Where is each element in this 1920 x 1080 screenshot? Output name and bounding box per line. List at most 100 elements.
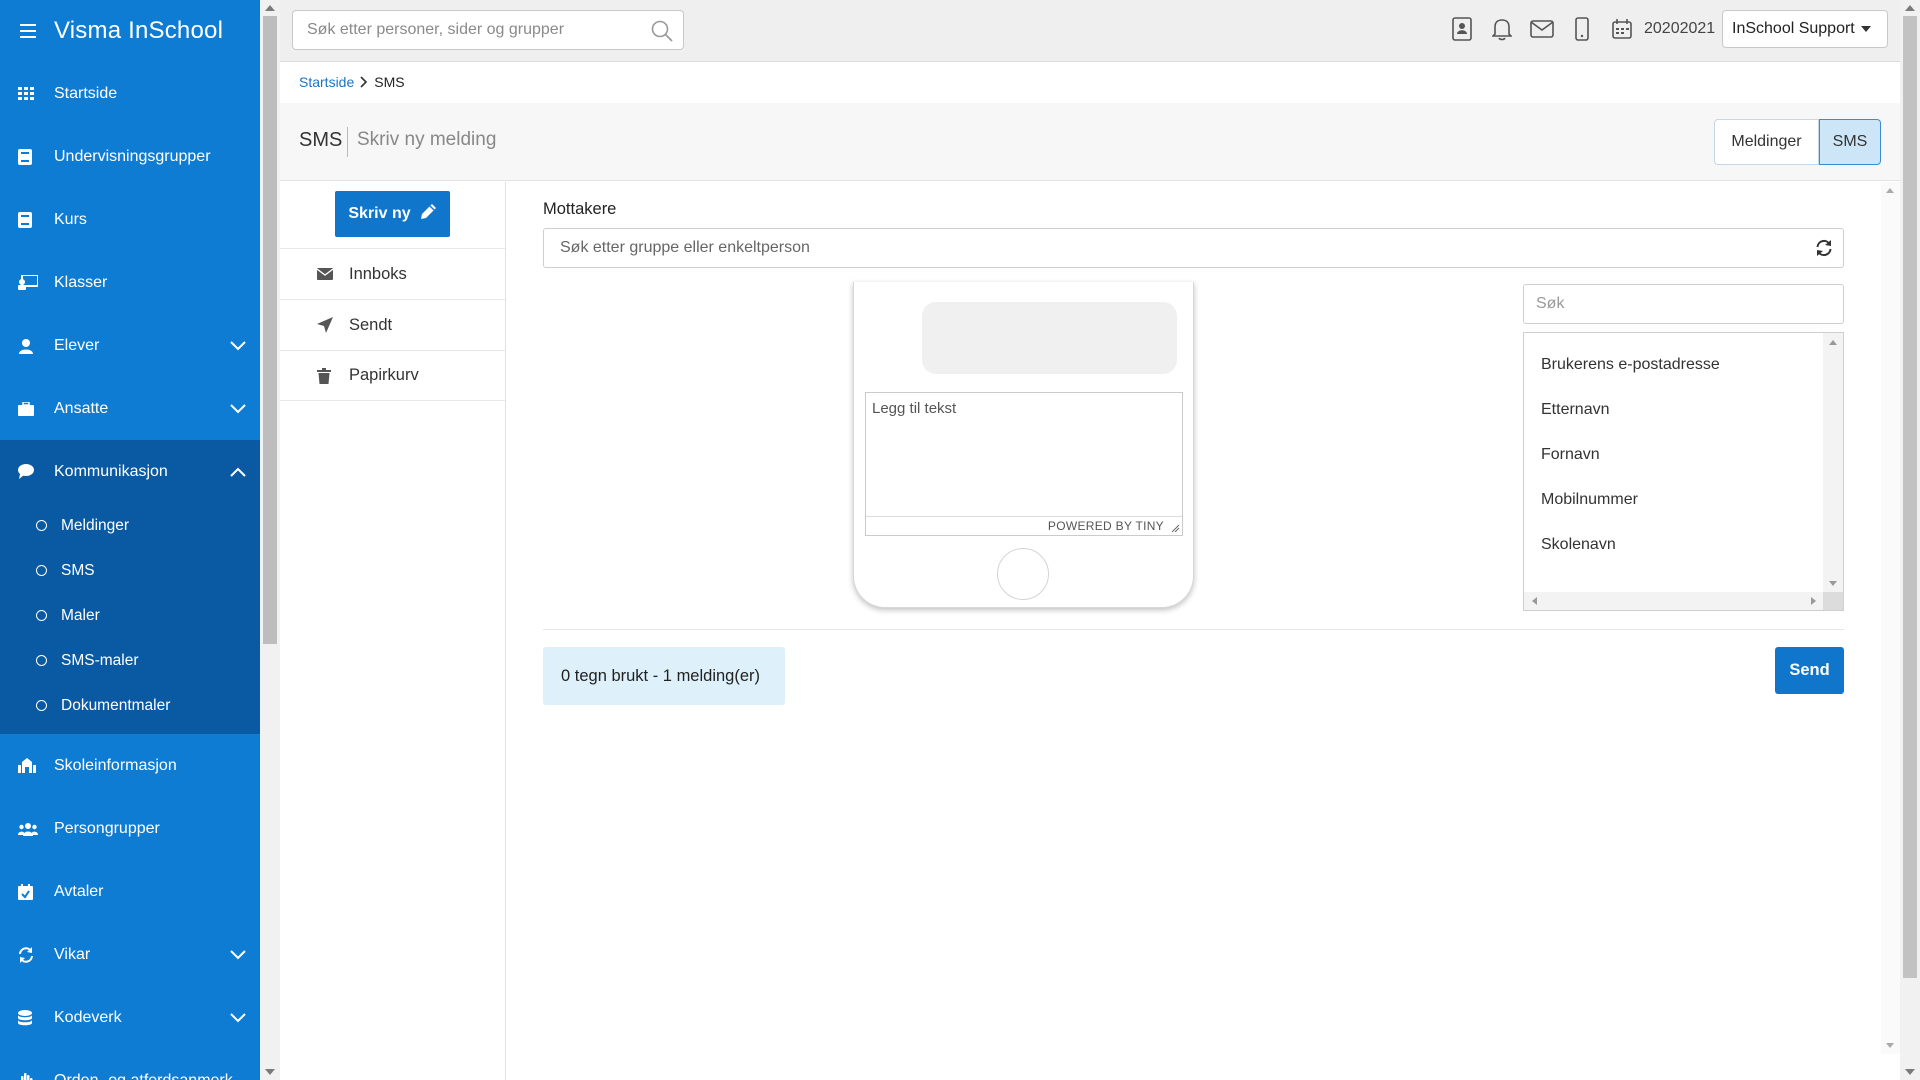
refresh-icon[interactable] bbox=[1815, 239, 1833, 262]
list-item[interactable]: Etternavn bbox=[1524, 387, 1843, 432]
phone-home-button bbox=[997, 548, 1049, 600]
sidebar-item-label: Orden- og atferdsanmerk bbox=[54, 1071, 233, 1080]
sidebar-item-kommunikasjon[interactable]: Kommunikasjon bbox=[0, 440, 260, 503]
scroll-up-arrow-icon[interactable] bbox=[1886, 188, 1894, 193]
page-subtitle: Skriv ny melding bbox=[357, 129, 497, 150]
list-item[interactable]: Skolenavn bbox=[1524, 522, 1843, 567]
scroll-up-arrow-icon[interactable] bbox=[265, 5, 275, 11]
resize-handle-icon[interactable] bbox=[1171, 524, 1180, 533]
scrollbar-thumb[interactable] bbox=[263, 16, 277, 644]
hamburger-menu-icon[interactable] bbox=[20, 18, 54, 44]
sidebar-item-klasser[interactable]: Klasser bbox=[0, 251, 260, 314]
grid-icon bbox=[18, 86, 54, 101]
sidebar-item-label: Vikar bbox=[54, 945, 91, 963]
toggle-sms-button[interactable]: SMS bbox=[1819, 119, 1881, 165]
chevron-down-icon[interactable] bbox=[230, 403, 246, 414]
circle-icon bbox=[36, 655, 47, 666]
sidebar-item-label: Elever bbox=[54, 336, 100, 354]
sidebar-subitem-dokumentmaler[interactable]: Dokumentmaler bbox=[0, 683, 260, 728]
scrollbar-thumb[interactable] bbox=[1903, 16, 1917, 978]
chevron-down-icon[interactable] bbox=[230, 1012, 246, 1023]
sidebar-item-orden[interactable]: Orden- og atferdsanmerk bbox=[0, 1049, 260, 1080]
mail-folder-sent[interactable]: Sendt bbox=[280, 299, 505, 350]
sidebar-scrollbar[interactable] bbox=[260, 0, 280, 1080]
toggle-meldinger-button[interactable]: Meldinger bbox=[1714, 119, 1819, 165]
sidebar-subitem-maler[interactable]: Maler bbox=[0, 593, 260, 638]
hand-icon bbox=[18, 1072, 54, 1080]
chevron-up-icon[interactable] bbox=[230, 467, 246, 477]
calendar-icon[interactable] bbox=[1610, 17, 1634, 41]
compose-button[interactable]: Skriv ny bbox=[335, 191, 450, 237]
trash-icon bbox=[317, 367, 349, 384]
sidebar-item-undervisningsgrupper[interactable]: Undervisningsgrupper bbox=[0, 125, 260, 188]
scroll-left-arrow-icon[interactable] bbox=[1532, 597, 1537, 605]
merge-field-search bbox=[1523, 284, 1844, 324]
contact-card-icon[interactable] bbox=[1450, 17, 1474, 41]
sidebar-subitem-meldinger[interactable]: Meldinger bbox=[0, 503, 260, 548]
message-textarea[interactable] bbox=[866, 393, 1182, 517]
list-horizontal-scrollbar[interactable] bbox=[1524, 592, 1824, 610]
sidebar-item-label: Startside bbox=[54, 84, 118, 102]
list-item[interactable]: Brukerens e-postadresse bbox=[1524, 342, 1843, 387]
briefcase-icon bbox=[18, 401, 54, 416]
user-menu-button[interactable]: InSchool Support bbox=[1722, 10, 1888, 48]
breadcrumb: Startside SMS bbox=[299, 74, 405, 90]
global-search-input[interactable] bbox=[307, 21, 637, 39]
list-item[interactable]: Fornavn bbox=[1524, 432, 1843, 477]
scroll-down-arrow-icon[interactable] bbox=[265, 1069, 275, 1075]
send-button[interactable]: Send bbox=[1775, 647, 1844, 694]
sidebar-item-skoleinformasjon[interactable]: Skoleinformasjon bbox=[0, 734, 260, 797]
student-icon bbox=[18, 338, 54, 354]
sidebar-subitem-sms[interactable]: SMS bbox=[0, 548, 260, 593]
brand-bar: Visma InSchool bbox=[0, 0, 260, 62]
mail-folder-trash[interactable]: Papirkurv bbox=[280, 350, 505, 401]
sidebar-item-kodeverk[interactable]: Kodeverk bbox=[0, 986, 260, 1049]
sidebar-item-startside[interactable]: Startside bbox=[0, 62, 260, 125]
content-scrollbar[interactable] bbox=[1881, 182, 1900, 1054]
chevron-down-icon[interactable] bbox=[230, 340, 246, 351]
mobile-phone-icon[interactable] bbox=[1570, 17, 1594, 41]
mail-icon[interactable] bbox=[1530, 17, 1554, 41]
breadcrumb-home-link[interactable]: Startside bbox=[299, 74, 354, 90]
list-vertical-scrollbar[interactable] bbox=[1823, 333, 1843, 593]
scroll-down-arrow-icon[interactable] bbox=[1905, 1069, 1915, 1075]
list-item[interactable]: Mobilnummer bbox=[1524, 477, 1843, 522]
sidebar: Visma InSchool Startside Undervisningsgr… bbox=[0, 0, 260, 1080]
scroll-right-arrow-icon[interactable] bbox=[1811, 597, 1816, 605]
compose-label: Skriv ny bbox=[348, 205, 411, 222]
sidebar-item-elever[interactable]: Elever bbox=[0, 314, 260, 377]
sidebar-subitem-label: SMS bbox=[61, 561, 95, 579]
search-icon[interactable] bbox=[651, 20, 673, 47]
recipients-label: Mottakere bbox=[543, 200, 617, 218]
scroll-up-arrow-icon[interactable] bbox=[1905, 5, 1915, 11]
merge-field-search-input[interactable] bbox=[1536, 295, 1826, 313]
page-scrollbar[interactable] bbox=[1900, 0, 1920, 1080]
sidebar-item-persongrupper[interactable]: Persongrupper bbox=[0, 797, 260, 860]
sidebar-subitem-sms-maler[interactable]: SMS-maler bbox=[0, 638, 260, 683]
editor-brand[interactable]: POWERED BY TINY bbox=[1048, 519, 1164, 533]
bell-icon[interactable] bbox=[1490, 17, 1514, 41]
sidebar-item-kurs[interactable]: Kurs bbox=[0, 188, 260, 251]
app-title[interactable]: Visma InSchool bbox=[54, 17, 223, 45]
mail-folder-inbox[interactable]: Innboks bbox=[280, 248, 505, 299]
sidebar-item-label: Kurs bbox=[54, 210, 87, 228]
sidebar-subitem-label: Dokumentmaler bbox=[61, 696, 171, 714]
mail-folder-list: Innboks Sendt Papirkurv bbox=[280, 248, 505, 401]
sidebar-item-label: Skoleinformasjon bbox=[54, 756, 177, 774]
sidebar-item-label: Persongrupper bbox=[54, 819, 160, 837]
database-icon bbox=[18, 1009, 54, 1026]
user-menu-label: InSchool Support bbox=[1732, 20, 1855, 37]
sidebar-item-ansatte[interactable]: Ansatte bbox=[0, 377, 260, 440]
mail-folder-label: Papirkurv bbox=[349, 366, 419, 384]
recipients-input[interactable] bbox=[560, 239, 1790, 257]
kommunikasjon-submenu: Meldinger SMS Maler SMS-maler Dokumentma… bbox=[0, 503, 260, 734]
message-type-toggle: Meldinger SMS bbox=[1714, 119, 1881, 165]
chevron-down-icon[interactable] bbox=[230, 949, 246, 960]
sidebar-item-avtaler[interactable]: Avtaler bbox=[0, 860, 260, 923]
school-year[interactable]: 20202021 bbox=[1644, 20, 1715, 38]
sidebar-item-vikar[interactable]: Vikar bbox=[0, 923, 260, 986]
paper-plane-icon bbox=[317, 317, 349, 333]
scroll-down-arrow-icon[interactable] bbox=[1829, 581, 1837, 586]
scroll-down-arrow-icon[interactable] bbox=[1886, 1043, 1894, 1048]
scroll-up-arrow-icon[interactable] bbox=[1829, 340, 1837, 345]
